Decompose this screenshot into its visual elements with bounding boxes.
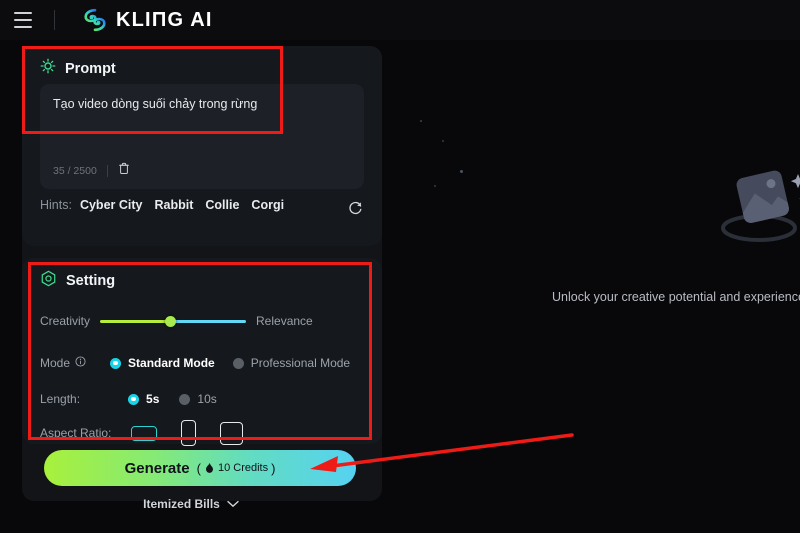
mode-standard-label: Standard Mode [128,356,215,370]
setting-title: Setting [66,273,116,289]
length-row: Length: 5s 10s [40,384,368,414]
aspect-ratio-label: Aspect Ratio: [40,426,112,440]
mode-option-standard[interactable]: Standard Mode [110,356,215,370]
brand-logo[interactable]: KLIΠG AI [83,8,213,32]
hints-label: Hints: [40,198,72,212]
preview-stage: Unlock your creative potential and exper… [382,40,800,533]
radio-length-5s[interactable] [128,393,140,405]
info-circle-icon[interactable] [75,354,86,372]
length-option-5s[interactable]: 5s [128,392,159,406]
prompt-card: Prompt Tạo video dòng suối chảy trong rừ… [22,46,382,246]
trash-icon[interactable] [118,162,130,180]
brand-name: KLIΠG AI [116,8,213,31]
prompt-header: Prompt [22,46,382,79]
prompt-input-text[interactable]: Tạo video dòng suối chảy trong rừng [53,96,257,112]
ambient-dot [420,120,422,122]
refresh-icon[interactable] [347,199,364,221]
hints-row: Hints: Cyber City Rabbit Collie Corgi [40,198,364,215]
character-counter: 35 / 2500 [53,165,97,177]
setting-header: Setting [22,258,382,292]
hamburger-menu-icon[interactable] [14,12,34,28]
mode-label: Mode [40,356,71,370]
hamburger-line [14,12,32,14]
aspect-16-9-icon [131,425,158,441]
credits-group: ( 10 Credits ) [197,461,276,476]
credits-text: 10 Credits [217,462,269,474]
aspect-1-1-icon [220,421,244,445]
generate-button[interactable]: Generate ( 10 Credits ) [44,450,356,486]
mode-option-professional[interactable]: Professional Mode [232,356,351,370]
length-label: Length: [40,392,81,406]
hint-chip-3[interactable]: Corgi [251,198,284,212]
ambient-dot [460,170,463,173]
hamburger-line [14,19,32,21]
sparkle-sun-icon [40,58,56,79]
generate-label: Generate [124,459,190,477]
length-10s-label: 10s [197,392,217,406]
image-placeholder-icon [712,160,800,250]
kling-logo-icon [83,8,107,32]
hexagon-gear-icon [40,270,57,292]
creativity-slider[interactable] [100,315,247,327]
relevance-label: Relevance [256,314,313,328]
length-option-10s[interactable]: 10s [179,392,217,406]
footer-divider [106,165,108,177]
setting-body: Creativity Relevance Mode Standard Mode … [40,306,368,452]
hint-chip-1[interactable]: Rabbit [154,198,193,212]
app-root: KLIΠG AI Unlock your creative potential … [0,0,800,533]
creativity-label: Creativity [40,314,91,328]
radio-professional-mode[interactable] [232,357,244,369]
radio-length-10s[interactable] [179,393,191,405]
itemized-bills-label: Itemized Bills [143,497,220,511]
mode-row: Mode Standard Mode Professional Mode [40,348,368,378]
prompt-footer: 35 / 2500 [53,162,130,180]
top-bar: KLIΠG AI [0,0,800,40]
creativity-row: Creativity Relevance [40,306,368,336]
top-bar-divider [54,10,55,30]
credits-close-paren: ) [271,460,276,476]
credits-open-paren: ( [196,460,201,476]
aspect-ratio-1-1[interactable] [220,421,244,445]
ambient-dot [442,140,444,142]
hamburger-line [14,26,32,28]
aspect-ratio-9-16[interactable] [181,420,197,446]
radio-standard-mode[interactable] [110,357,122,369]
ambient-dot [434,185,436,187]
stage-caption: Unlock your creative potential and exper… [552,290,800,304]
aspect-ratio-16-9[interactable] [131,425,158,441]
itemized-bills-toggle[interactable]: Itemized Bills [0,497,382,511]
chevron-down-icon[interactable] [227,500,239,508]
length-5s-label: 5s [146,392,160,406]
aspect-ratio-row: Aspect Ratio: [40,420,368,446]
flame-credit-icon [204,462,215,474]
setting-card: Setting Creativity Relevance Mode Standa… [22,258,382,446]
hint-chip-0[interactable]: Cyber City [80,198,143,212]
prompt-title: Prompt [65,60,116,77]
mode-professional-label: Professional Mode [250,356,351,370]
hint-chip-2[interactable]: Collie [205,198,239,212]
creativity-slider-thumb[interactable] [164,315,176,327]
aspect-9-16-icon [181,420,197,446]
prompt-input-box[interactable]: Tạo video dòng suối chảy trong rừng 35 /… [40,84,364,189]
